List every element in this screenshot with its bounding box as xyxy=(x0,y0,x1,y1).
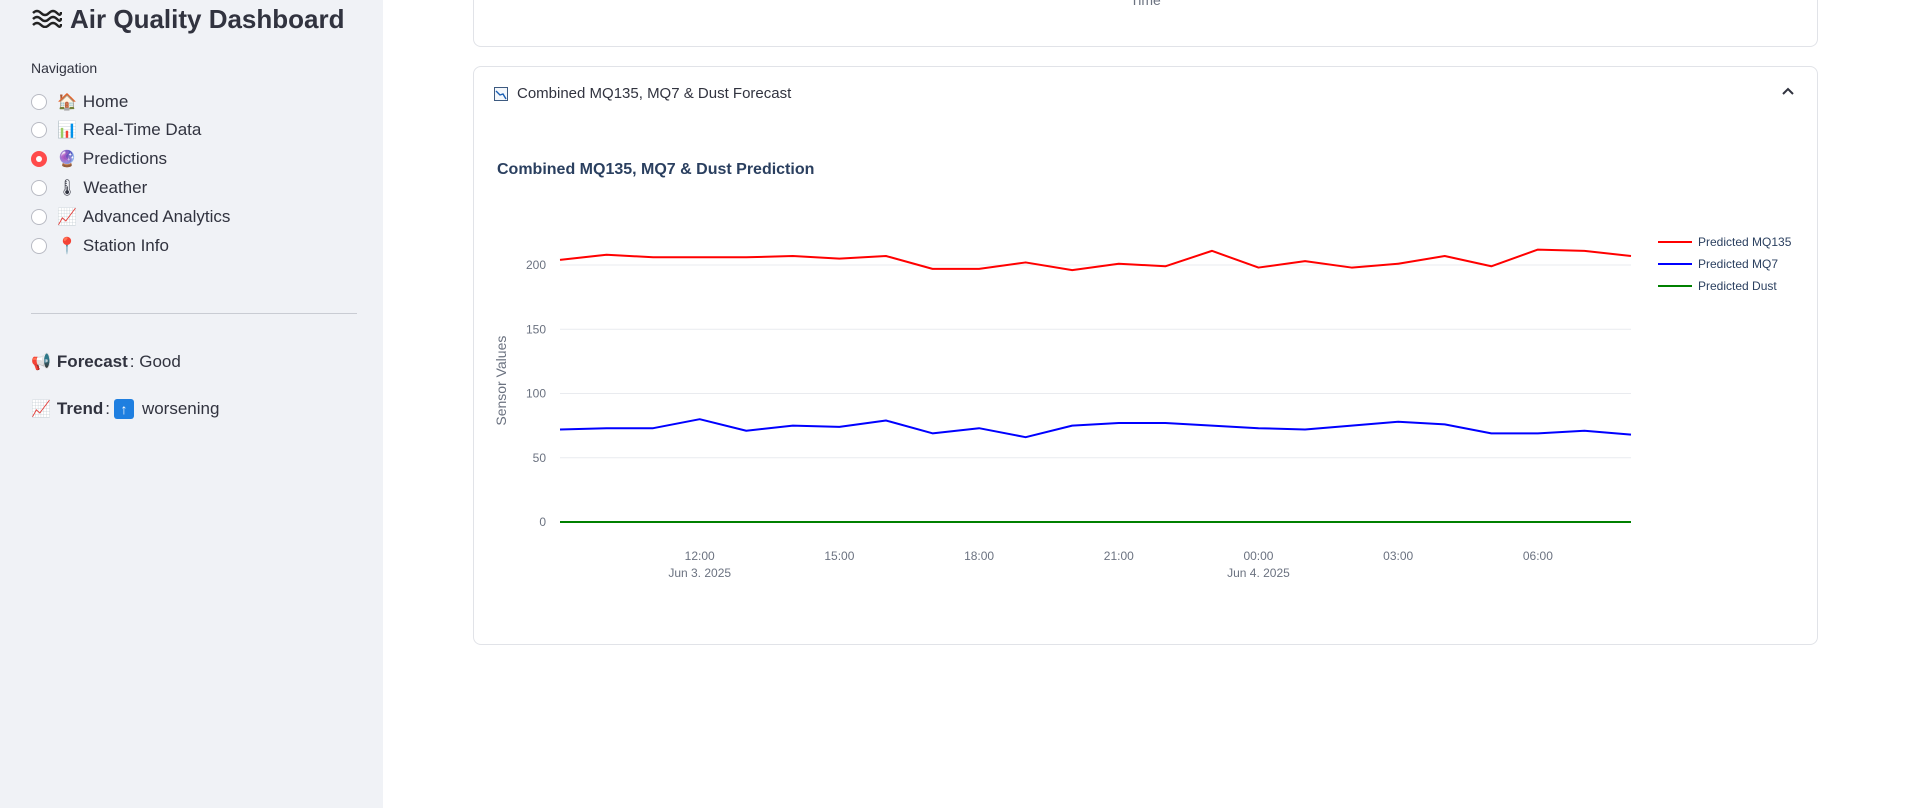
forecast-value: Good xyxy=(139,352,181,371)
x-tick-label: 03:00 xyxy=(1383,549,1413,563)
round-pushpin-icon: 📍 xyxy=(57,238,77,255)
nav-item-label: Real-Time Data xyxy=(82,120,202,139)
nav-item-predictions[interactable]: 🔮 Predictions xyxy=(31,147,167,171)
house-icon: 🏠 xyxy=(57,94,77,111)
combined-forecast-chart: 0 50 100 150 200 12:00 Jun 3, 2025 15:00 18:00 21… xyxy=(493,235,1792,577)
y-axis-label: Sensor Values xyxy=(493,336,509,426)
x-tick-label: 21:00 xyxy=(1104,549,1134,563)
x-tick-label: 06:00 xyxy=(1523,549,1553,563)
nav-item-home[interactable]: 🏠 Home xyxy=(31,90,128,114)
radio-weather[interactable] xyxy=(31,180,47,196)
forecast-expander: Combined MQ135, MQ7 & Dust Forecast Comb… xyxy=(473,66,1818,645)
x-tick-sublabel: Jun 4, 2025 xyxy=(1227,566,1290,577)
legend-label-predicted-dust: Predicted Dust xyxy=(1698,279,1777,293)
nav-item-label: Advanced Analytics xyxy=(82,207,231,226)
thermometer-icon: 🌡 xyxy=(57,180,78,197)
y-tick-label: 100 xyxy=(526,387,546,401)
series-line-predicted-mq135 xyxy=(559,248,1632,272)
nav-item-label: Station Info xyxy=(82,236,169,255)
sidebar-divider xyxy=(31,313,357,314)
series-line-predicted-mq7 xyxy=(559,418,1632,439)
trend-value: worsening xyxy=(141,399,220,418)
x-tick-label: 12:00 xyxy=(685,549,715,563)
bar-chart-icon: 📊 xyxy=(57,122,77,139)
trend-status: 📈 Trend: ↑ worsening xyxy=(31,399,219,419)
x-tick-sublabel: Jun 3, 2025 xyxy=(668,566,731,577)
nav-item-label: Home xyxy=(82,92,129,111)
previous-chart-expander: Time xyxy=(473,0,1818,47)
legend-label-predicted-mq7: Predicted MQ7 xyxy=(1698,257,1778,271)
up-arrow-icon: ↑ xyxy=(113,399,134,419)
expander-title: Combined MQ135, MQ7 & Dust Forecast xyxy=(517,85,792,102)
y-tick-label: 200 xyxy=(526,258,546,272)
forecast-label: Forecast xyxy=(56,352,128,371)
x-tick-label: 15:00 xyxy=(824,549,854,563)
x-tick-label: 18:00 xyxy=(964,549,994,563)
legend-label-predicted-mq135: Predicted MQ135 xyxy=(1698,235,1792,249)
nav-item-label: Weather xyxy=(83,178,148,197)
chart-increasing-icon: 📈 xyxy=(31,401,51,418)
nav-item-weather[interactable]: 🌡 Weather xyxy=(31,176,147,200)
forecast-colon: : xyxy=(129,352,140,371)
app-title-text: Air Quality Dashboard xyxy=(70,4,345,34)
crystal-ball-icon: 🔮 xyxy=(57,151,77,168)
chart-increasing-icon: 📈 xyxy=(57,209,77,226)
x-tick-label: 00:00 xyxy=(1243,549,1273,563)
radio-home[interactable] xyxy=(31,94,47,110)
radio-station-info[interactable] xyxy=(31,238,47,254)
chart-decreasing-icon xyxy=(494,87,508,101)
app-title: Air Quality Dashboard xyxy=(32,4,345,35)
radio-real-time-data[interactable] xyxy=(31,122,47,138)
nav-item-real-time-data[interactable]: 📊 Real-Time Data xyxy=(31,118,201,142)
trend-colon: : xyxy=(105,399,110,418)
radio-advanced-analytics[interactable] xyxy=(31,209,47,225)
megaphone-icon: 📢 xyxy=(31,354,51,371)
nav-item-station-info[interactable]: 📍 Station Info xyxy=(31,234,169,258)
previous-chart-x-axis-label: Time xyxy=(1130,0,1161,8)
water-wave-icon xyxy=(32,7,64,35)
radio-predictions[interactable] xyxy=(31,151,47,167)
expander-header[interactable]: Combined MQ135, MQ7 & Dust Forecast xyxy=(474,67,1817,121)
chevron-up-icon[interactable] xyxy=(1781,83,1795,99)
y-tick-label: 50 xyxy=(533,451,547,465)
y-tick-label: 0 xyxy=(539,515,546,529)
forecast-status: 📢 Forecast: Good xyxy=(31,352,181,372)
sidebar: Air Quality Dashboard Navigation 🏠 Home … xyxy=(0,0,383,808)
navigation-label: Navigation xyxy=(31,60,98,76)
nav-item-advanced-analytics[interactable]: 📈 Advanced Analytics xyxy=(31,205,230,229)
nav-item-label: Predictions xyxy=(82,149,168,168)
trend-label: Trend xyxy=(56,399,104,418)
y-tick-label: 150 xyxy=(526,322,546,336)
